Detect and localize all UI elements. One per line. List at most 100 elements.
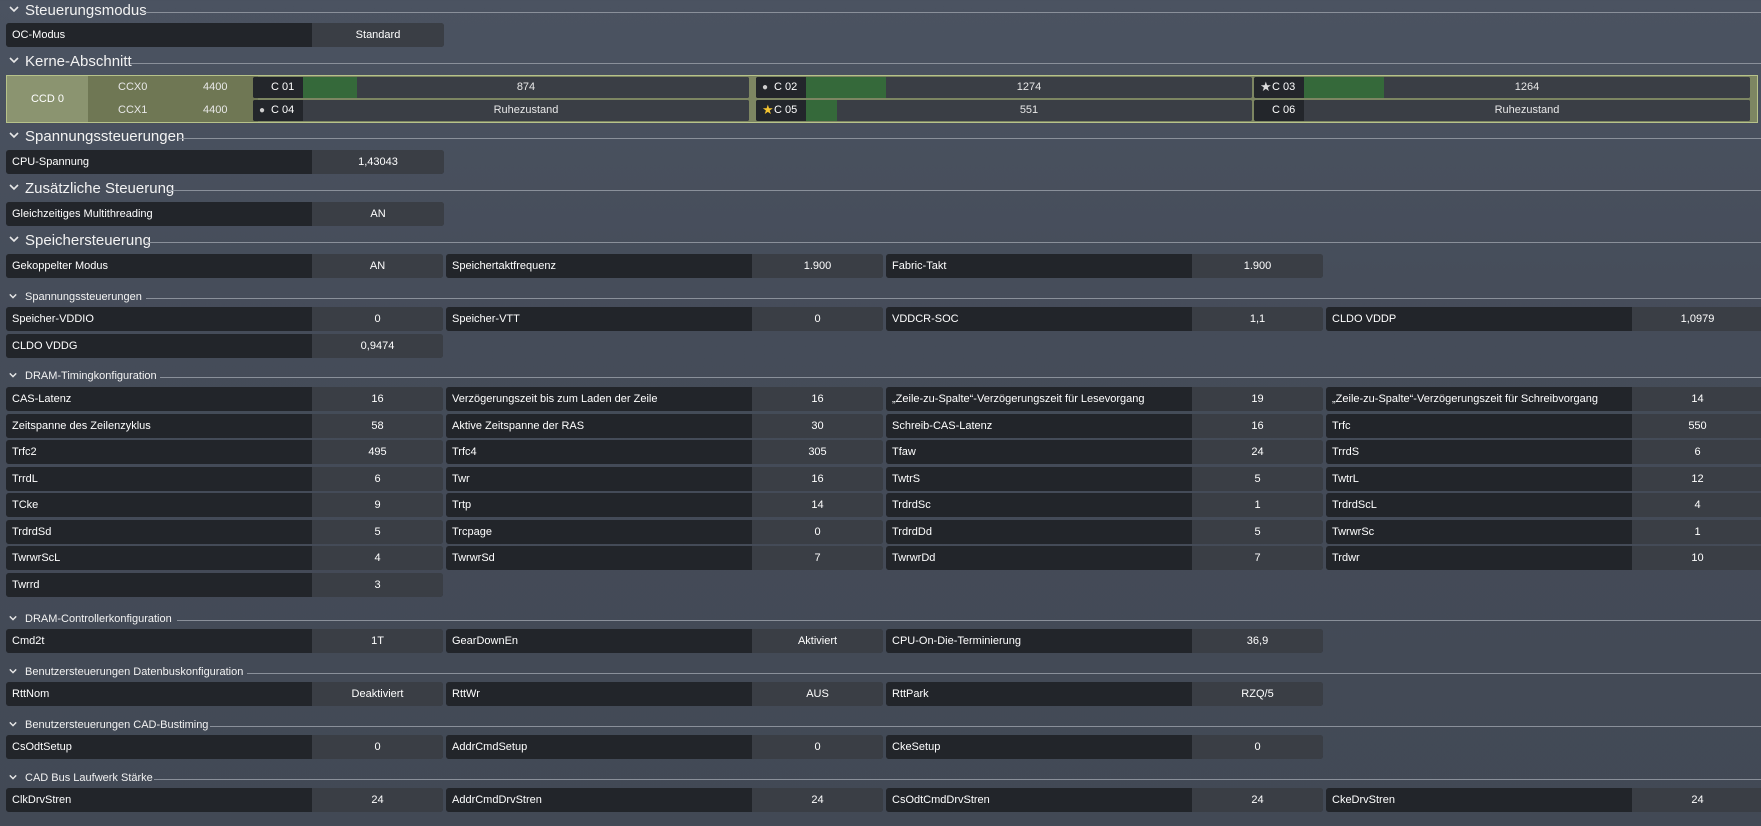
- field-value[interactable]: AN: [312, 202, 444, 226]
- chevron-down-icon[interactable]: [9, 614, 17, 622]
- core-c01[interactable]: C 01 874: [253, 77, 749, 98]
- oc-mode-field[interactable]: OC-Modus Standard: [6, 23, 444, 47]
- field-value[interactable]: 6: [1632, 440, 1761, 464]
- section-cad-bustiming[interactable]: Benutzersteuerungen CAD-Bustiming: [0, 715, 1761, 737]
- field-value[interactable]: 5: [312, 519, 443, 544]
- dram-timing-field[interactable]: Twr 16: [446, 466, 883, 491]
- field-value[interactable]: 0: [752, 307, 883, 331]
- field-value[interactable]: 1: [1192, 493, 1323, 517]
- field-value[interactable]: Standard: [312, 23, 444, 47]
- field-value[interactable]: 12: [1632, 466, 1761, 491]
- field-value[interactable]: 36,9: [1192, 629, 1323, 653]
- field-value[interactable]: 0: [752, 735, 883, 759]
- datenbus-field[interactable]: RttWr AUS: [446, 682, 883, 706]
- field-value[interactable]: 24: [312, 788, 443, 812]
- field-value[interactable]: AN: [312, 254, 443, 278]
- chevron-down-icon[interactable]: [9, 292, 17, 300]
- field-value[interactable]: 9: [312, 493, 443, 517]
- dram-timing-field[interactable]: TCke 9: [6, 493, 443, 517]
- cad-drive-field[interactable]: CkeDrvStren 24: [1326, 788, 1761, 812]
- cpu-voltage-field[interactable]: CPU-Spannung 1,43043: [6, 150, 444, 174]
- dram-timing-field[interactable]: Zeitspanne des Zeilenzyklus 58: [6, 413, 443, 438]
- section-dram-ctrl[interactable]: DRAM-Controllerkonfiguration: [0, 609, 1761, 631]
- cad-bustiming-field[interactable]: AddrCmdSetup 0: [446, 735, 883, 759]
- field-value[interactable]: 6: [312, 466, 443, 491]
- dram-timing-field[interactable]: Trfc4 305: [446, 440, 883, 464]
- dram-timing-field[interactable]: TrdrdSd 5: [6, 519, 443, 544]
- cad-drive-field[interactable]: ClkDrvStren 24: [6, 788, 443, 812]
- cad-drive-field[interactable]: AddrCmdDrvStren 24: [446, 788, 883, 812]
- datenbus-field[interactable]: RttPark RZQ/5: [886, 682, 1323, 706]
- field-value[interactable]: 0: [1192, 735, 1323, 759]
- field-value[interactable]: 16: [312, 387, 443, 411]
- field-value[interactable]: 14: [752, 493, 883, 517]
- dram-timing-field[interactable]: TwrwrScL 4: [6, 546, 443, 570]
- dram-timing-field[interactable]: Trdwr 10: [1326, 546, 1761, 570]
- chevron-down-icon[interactable]: [9, 371, 17, 379]
- field-value[interactable]: 24: [1632, 788, 1761, 812]
- field-value[interactable]: 0: [312, 307, 443, 331]
- field-value[interactable]: 1.900: [752, 254, 883, 278]
- core-c04[interactable]: ● C 04 Ruhezustand: [253, 100, 749, 121]
- field-value[interactable]: 495: [312, 440, 443, 464]
- dram-timing-field[interactable]: Schreib-CAS-Latenz 16: [886, 413, 1323, 438]
- field-value[interactable]: 0: [752, 519, 883, 544]
- section-dram-timing[interactable]: DRAM-Timingkonfiguration: [0, 366, 1761, 388]
- core-c06[interactable]: C 06 Ruhezustand: [1254, 100, 1750, 121]
- dram-timing-field[interactable]: CAS-Latenz 16: [6, 387, 443, 411]
- memory-voltage-field[interactable]: Speicher-VTT 0: [446, 307, 883, 331]
- dram-timing-field[interactable]: Verzögerungszeit bis zum Laden der Zeile…: [446, 387, 883, 411]
- dram-timing-field[interactable]: Trcpage 0: [446, 519, 883, 544]
- dram-timing-field[interactable]: TwrwrSd 7: [446, 546, 883, 570]
- field-value[interactable]: 0,9474: [312, 333, 443, 358]
- section-zusaetzlich[interactable]: Zusätzliche Steuerung: [0, 179, 1761, 201]
- field-value[interactable]: 5: [1192, 466, 1323, 491]
- field-value[interactable]: 24: [1192, 440, 1323, 464]
- field-value[interactable]: 4: [1632, 493, 1761, 517]
- dram-timing-field[interactable]: TrdrdSc 1: [886, 493, 1323, 517]
- section-spannung[interactable]: Spannungssteuerungen: [0, 127, 1761, 149]
- chevron-down-icon[interactable]: [9, 234, 19, 244]
- chevron-down-icon[interactable]: [9, 773, 17, 781]
- field-value[interactable]: 16: [752, 387, 883, 411]
- dram-timing-field[interactable]: Tfaw 24: [886, 440, 1323, 464]
- memory-voltage-field[interactable]: CLDO VDDG 0,9474: [6, 333, 443, 358]
- field-value[interactable]: 0: [312, 735, 443, 759]
- memory-voltage-field[interactable]: VDDCR-SOC 1,1: [886, 307, 1323, 331]
- field-value[interactable]: 1: [1632, 519, 1761, 544]
- dram-timing-field[interactable]: Trtp 14: [446, 493, 883, 517]
- dram-timing-field[interactable]: Trfc2 495: [6, 440, 443, 464]
- field-value[interactable]: 58: [312, 413, 443, 438]
- core-c05[interactable]: ★ C 05 551: [756, 100, 1252, 121]
- memory-field[interactable]: Gekoppelter Modus AN: [6, 254, 443, 278]
- cad-drive-field[interactable]: CsOdtCmdDrvStren 24: [886, 788, 1323, 812]
- cad-bustiming-field[interactable]: CsOdtSetup 0: [6, 735, 443, 759]
- field-value[interactable]: 19: [1192, 387, 1323, 411]
- chevron-down-icon[interactable]: [9, 4, 19, 14]
- field-value[interactable]: 1.900: [1192, 254, 1323, 278]
- memory-field[interactable]: Fabric-Takt 1.900: [886, 254, 1323, 278]
- dram-timing-field[interactable]: TrdrdScL 4: [1326, 493, 1761, 517]
- field-value[interactable]: RZQ/5: [1192, 682, 1323, 706]
- field-value[interactable]: 4: [312, 546, 443, 570]
- field-value[interactable]: 305: [752, 440, 883, 464]
- dram-timing-field[interactable]: „Zeile-zu-Spalte“-Verzögerungszeit für S…: [1326, 387, 1761, 411]
- field-value[interactable]: 1,43043: [312, 150, 444, 174]
- field-value[interactable]: Aktiviert: [752, 629, 883, 653]
- core-c03[interactable]: ★ C 03 1264: [1254, 77, 1750, 98]
- dram-controller-field[interactable]: Cmd2t 1T: [6, 629, 443, 653]
- chevron-down-icon[interactable]: [9, 720, 17, 728]
- dram-timing-field[interactable]: Twrrd 3: [6, 572, 443, 597]
- field-value[interactable]: 7: [1192, 546, 1323, 570]
- core-c02[interactable]: ● C 02 1274: [756, 77, 1252, 98]
- field-value[interactable]: 550: [1632, 413, 1761, 438]
- field-value[interactable]: 30: [752, 413, 883, 438]
- field-value[interactable]: 16: [752, 466, 883, 491]
- cad-bustiming-field[interactable]: CkeSetup 0: [886, 735, 1323, 759]
- section-kerne[interactable]: Kerne-Abschnitt: [0, 52, 1761, 74]
- field-value[interactable]: 3: [312, 572, 443, 597]
- datenbus-field[interactable]: RttNom Deaktiviert: [6, 682, 443, 706]
- field-value[interactable]: 10: [1632, 546, 1761, 570]
- dram-timing-field[interactable]: TwtrS 5: [886, 466, 1323, 491]
- memory-field[interactable]: Speichertaktfrequenz 1.900: [446, 254, 883, 278]
